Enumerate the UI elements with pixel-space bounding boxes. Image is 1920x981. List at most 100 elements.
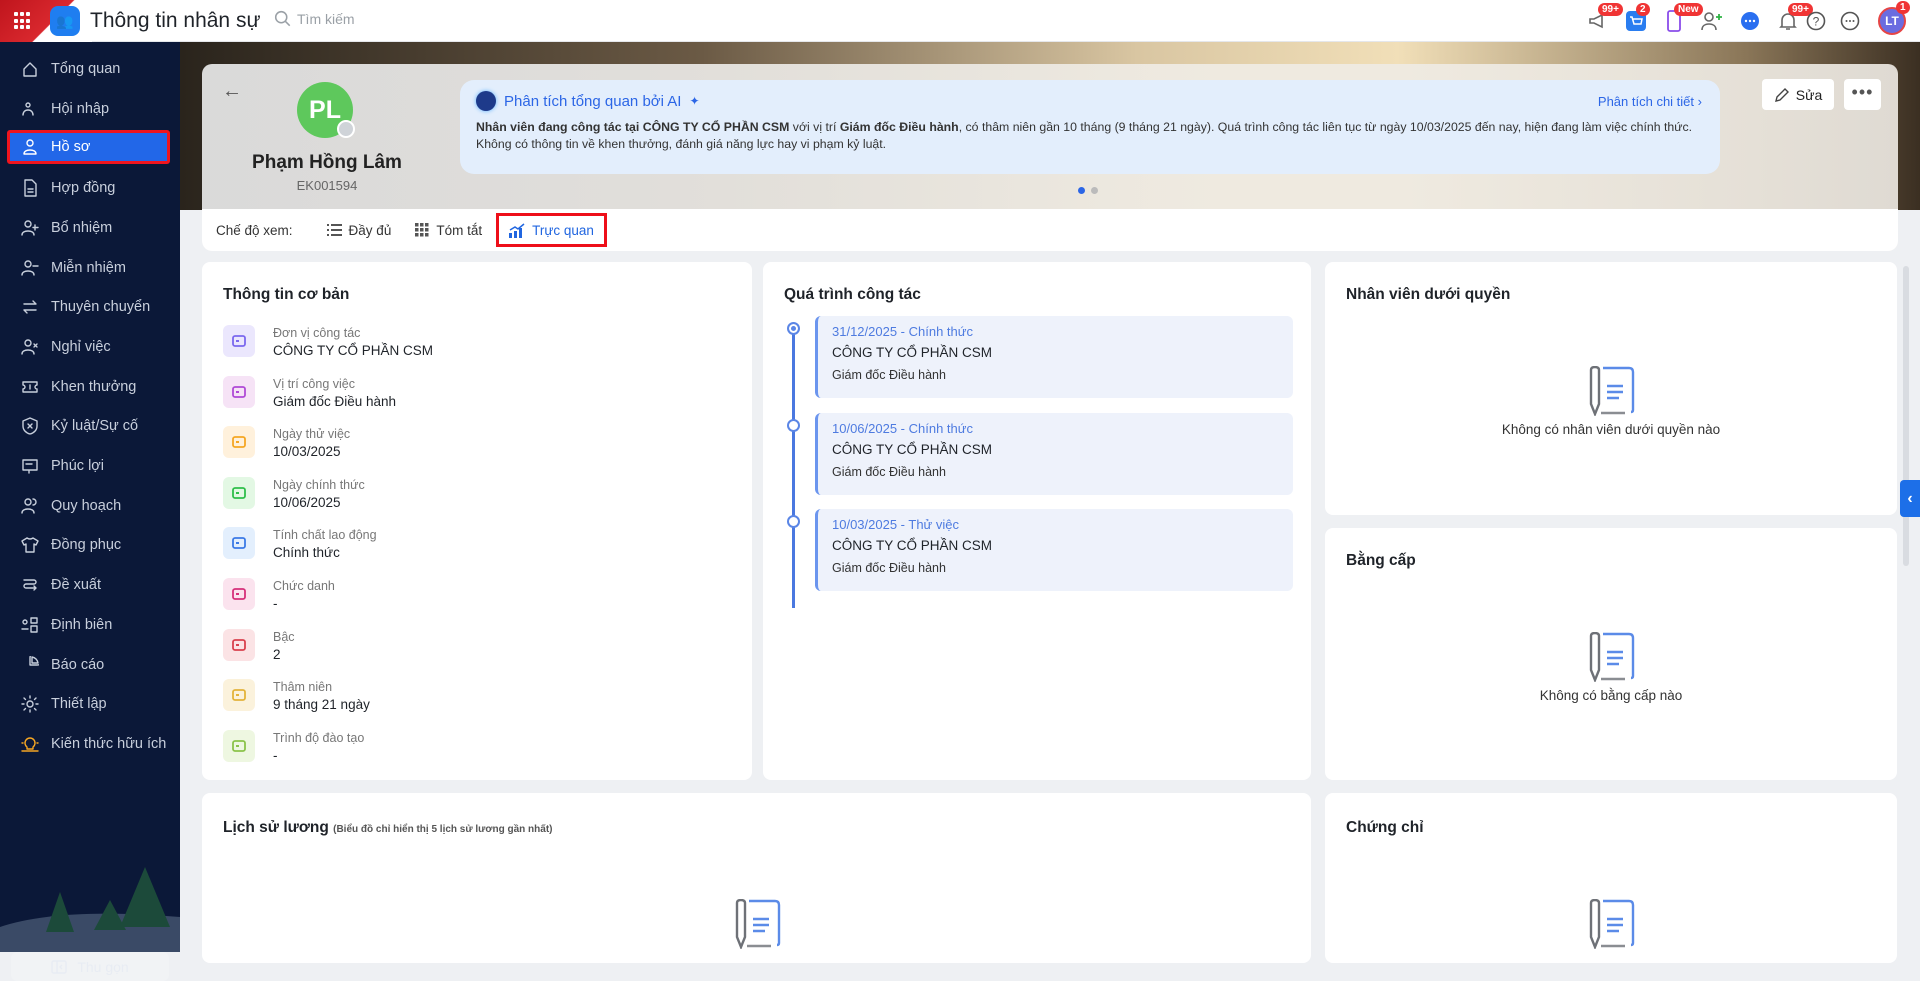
info-label: Thâm niên [273, 680, 333, 695]
document-icon [24, 179, 37, 197]
sidebar-item-hoi-nhap[interactable]: Hội nhập [7, 92, 170, 126]
sidebar-item-label: Hồ sơ [51, 139, 91, 156]
subordinates-empty-text: Không có nhân viên dưới quyền nào [1501, 422, 1721, 437]
sidebar-item-dong-phuc[interactable]: Đồng phục [7, 528, 170, 562]
scrollbar[interactable] [1903, 266, 1909, 566]
user-plus-icon [21, 220, 39, 236]
sidebar-item-label: Thuyên chuyển [51, 299, 151, 316]
ai-summary-panel: Phân tích tổng quan bởi AI ✦ Phân tích ch… [460, 80, 1720, 174]
info-label: Bậc [273, 629, 295, 644]
user-minus-icon [21, 259, 39, 276]
sidebar-item-kien-thuc-huu-ich[interactable]: Kiến thức hữu ích [7, 727, 170, 761]
timeline-line [792, 328, 795, 608]
sidebar-item-nghi-viec[interactable]: Nghỉ việc [7, 330, 170, 364]
info-row: Ngày chính thức 10/06/2025 [223, 476, 365, 510]
ai-text-3: Không có thông tin về khen thưởng, đánh … [476, 137, 887, 151]
timeline-position: Giám đốc Điều hành [832, 368, 946, 382]
collapse-label: Thu gọn [77, 958, 129, 975]
edit-label: Sửa [1795, 86, 1823, 103]
carousel-dot[interactable] [1091, 187, 1098, 194]
sparkle-icon: ✦ [689, 94, 700, 108]
work-history-card: Quá trình công tác 31/12/2025 - Chính th… [763, 262, 1311, 780]
sidebar-item-thuyen-chuyen[interactable]: Thuyên chuyển [7, 290, 170, 324]
back-button[interactable]: ← [222, 80, 242, 103]
sidebar-item-phuc-loi[interactable]: Phúc lợi [7, 449, 170, 483]
user-avatar[interactable]: LT 1 [1878, 1, 1910, 35]
profile-header: ← PL Phạm Hồng Lâm EK001594 Phân tích tổ… [202, 64, 1898, 251]
view-mode-summary[interactable]: Tóm tắt [405, 213, 492, 247]
sidebar-item-ky-luat-su-co[interactable]: Kỷ luật/Sự cố [7, 409, 170, 443]
transfer-icon [23, 300, 37, 314]
view-mode-bar: Chế độ xem: Đầy đủ Tóm tắt Trực quan [202, 209, 1898, 251]
announcement-button[interactable]: 99+ [1586, 3, 1623, 33]
ai-text-bold-2: Giám đốc Điều hành [839, 120, 959, 134]
ai-detail-label: Phân tích chi tiết [1597, 94, 1695, 109]
help-icon: ? [1806, 11, 1826, 31]
sidebar-item-bao-cao[interactable]: Báo cáo [7, 648, 170, 682]
info-value: Giám đốc Điều hành [273, 393, 397, 409]
chat-icon [1741, 12, 1759, 30]
cart-button[interactable]: 2 [1624, 3, 1650, 33]
ai-detail-link[interactable]: Phân tích chi tiết › [1598, 94, 1702, 109]
view-mode-visual-label: Trực quan [532, 222, 594, 238]
chat-button[interactable] [1738, 9, 1762, 33]
notifications-button[interactable]: 99+ [1776, 3, 1813, 33]
sidebar-item-label: Đồng phục [51, 537, 122, 554]
empty-state-icon [202, 898, 1311, 952]
timeline-date: 10/06/2025 - Chính thức [832, 420, 973, 436]
more-options-button[interactable]: ••• [1844, 79, 1881, 110]
sidebar-item-de-xuat[interactable]: Đề xuất [7, 568, 170, 602]
user-x-icon [21, 339, 38, 355]
ai-robot-icon [476, 91, 496, 111]
user-plus-icon [1701, 12, 1722, 31]
timeline-dot [787, 515, 800, 528]
sidebar-item-label: Thiết lập [51, 696, 107, 713]
info-label: Tính chất lao động [273, 528, 377, 543]
help-button[interactable]: ? [1804, 9, 1828, 33]
bulb-icon [21, 737, 39, 752]
info-value: - [273, 747, 278, 763]
view-mode-visual[interactable]: Trực quan [496, 213, 607, 247]
add-user-button[interactable] [1700, 9, 1724, 33]
briefcase-icon [223, 375, 255, 408]
carousel-dot[interactable] [1078, 187, 1085, 194]
timeline-position: Giám đốc Điều hành [832, 561, 946, 575]
subordinates-card: Nhân viên dưới quyền Không có nhân viên … [1325, 262, 1897, 515]
side-panel-toggle[interactable]: ‹ [1900, 480, 1920, 517]
degrees-card: Bằng cấp Không có bằng cấp nào [1325, 528, 1897, 780]
subordinates-title: Nhân viên dưới quyền [1346, 286, 1511, 303]
sidebar-item-thiet-lap[interactable]: Thiết lập [7, 687, 170, 721]
camera-icon[interactable] [337, 120, 355, 138]
degrees-empty-text: Không có bằng cấp nào [1539, 688, 1683, 703]
sidebar-item-ho-so[interactable]: Hồ sơ [7, 130, 170, 165]
user-icon [23, 139, 37, 156]
user-badge-icon [223, 527, 255, 560]
ai-summary-title: Phân tích tổng quan bởi AI [504, 92, 682, 110]
info-value: Chính thức [273, 545, 340, 561]
sidebar-item-label: Miễn nhiệm [51, 259, 126, 276]
user-avatar-initials: LT [1885, 14, 1899, 28]
sidebar-item-hop-dong[interactable]: Hợp đồng [7, 171, 170, 205]
collapse-sidebar-button[interactable]: Thu gọn [11, 952, 169, 981]
sidebar-item-dinh-bien[interactable]: Định biên [7, 608, 170, 642]
sidebar-item-quy-hoach[interactable]: Quy hoạch [7, 489, 170, 523]
sidebar-item-bo-nhiem[interactable]: Bổ nhiệm [7, 211, 170, 245]
info-row: Ngày thử việc 10/03/2025 [223, 426, 350, 459]
more-apps-button[interactable] [1838, 9, 1862, 33]
view-mode-full[interactable]: Đầy đủ [317, 213, 402, 247]
sidebar-item-khen-thuong[interactable]: Khen thưởng [7, 370, 170, 404]
sidebar-item-mien-nhiem[interactable]: Miễn nhiệm [7, 251, 170, 285]
basic-info-title: Thông tin cơ bản [223, 286, 350, 303]
app-title: Thông tin nhân sự [90, 9, 261, 32]
search-input[interactable]: Tìm kiếm [274, 10, 355, 27]
ai-text-bold-1: Nhân viên đang công tác tại CÔNG TY CỔ P… [476, 120, 790, 134]
info-label: Chức danh [273, 579, 335, 593]
graduation-icon [223, 729, 255, 762]
carousel-dots[interactable] [1078, 187, 1098, 194]
empty-state-icon [1325, 365, 1897, 419]
apps-grid-icon[interactable] [14, 12, 32, 30]
sidebar-item-tong-quan[interactable]: Tổng quan [7, 52, 170, 86]
cart-badge: 2 [1636, 3, 1650, 16]
edit-button[interactable]: Sửa [1762, 79, 1834, 110]
mobile-app-button[interactable]: New [1662, 3, 1703, 33]
